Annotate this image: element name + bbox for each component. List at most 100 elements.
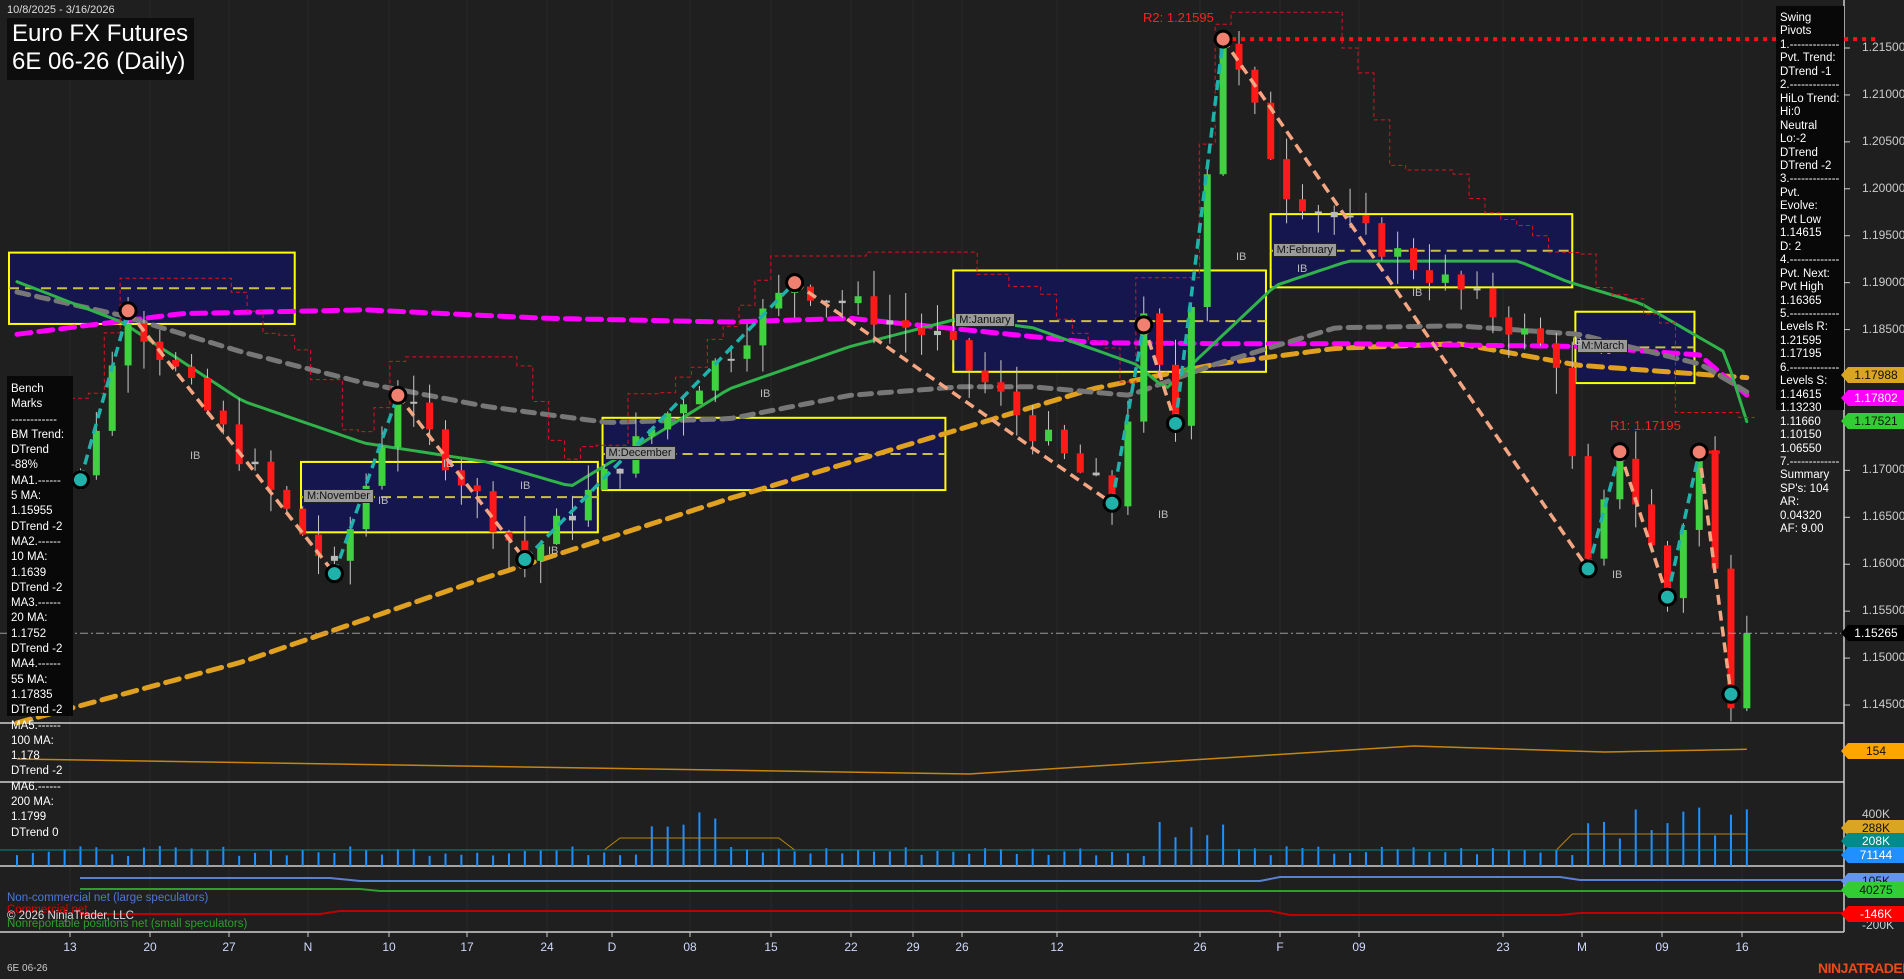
ninjatrader-logo: NINJATRADER <box>1818 960 1904 976</box>
candle-body <box>1553 343 1560 367</box>
price-chart[interactable] <box>0 0 1904 979</box>
candle-body <box>1394 248 1401 257</box>
candle-body <box>1220 44 1227 174</box>
date-tick-label: 29 <box>906 940 919 954</box>
candle-body <box>1458 274 1465 289</box>
candle-body <box>1362 215 1369 223</box>
swing-pivots-line: 7.------------- <box>1780 456 1840 469</box>
date-tick-label: 26 <box>955 940 968 954</box>
candle-body <box>410 402 417 404</box>
candle-body <box>1680 530 1687 598</box>
swing-pivots-line: Pvt. Trend: <box>1780 52 1840 65</box>
candle-body <box>1156 313 1163 364</box>
candle-body <box>870 296 877 324</box>
bench-marks-line: 55 MA: <box>11 673 69 688</box>
candle-body <box>1315 211 1322 213</box>
price-tick-label: 1.16000 <box>1862 556 1904 570</box>
bench-marks-line: DTrend -2 <box>11 520 69 535</box>
r1-label: R1: 1.17195 <box>1610 418 1681 433</box>
candle-body <box>426 403 433 430</box>
candle-body <box>1585 456 1592 558</box>
price-tick-label: 1.20500 <box>1862 134 1904 148</box>
date-tick-label: 15 <box>764 940 777 954</box>
candle-body <box>236 424 243 464</box>
candle-body <box>1616 459 1623 500</box>
date-tick-label: 23 <box>1496 940 1509 954</box>
candle-body <box>93 431 100 475</box>
candle-body <box>1029 415 1036 441</box>
bench-marks-line: 5 MA: <box>11 489 69 504</box>
price-tag: 1.17988 <box>1848 367 1904 383</box>
candle-body <box>204 378 211 411</box>
candle-body <box>886 320 893 324</box>
date-tick-label: 12 <box>1050 940 1063 954</box>
candle-body <box>855 296 862 303</box>
candle-body <box>1521 328 1528 334</box>
bench-marks-line: 200 MA: <box>11 795 69 810</box>
candle-body <box>617 469 624 474</box>
swing-high-marker <box>1136 317 1152 333</box>
swing-pivots-line: DTrend -1 <box>1780 66 1840 79</box>
candle-body <box>220 411 227 425</box>
price-tick-label: 1.21500 <box>1862 40 1904 54</box>
r2-label: R2: 1.21595 <box>1143 10 1214 25</box>
bench-marks-line: ------------ <box>11 413 69 428</box>
bench-marks-line: BM Trend: <box>11 428 69 443</box>
candle-body <box>283 490 290 509</box>
swing-pivots-line: 1.17195 <box>1780 348 1840 361</box>
cot-tag: 40275 <box>1848 882 1904 898</box>
swing-pivots-line: 1.------------- <box>1780 39 1840 52</box>
candle-body <box>696 391 703 405</box>
date-tick-label: 13 <box>63 940 76 954</box>
price-tag: 1.17521 <box>1848 413 1904 429</box>
swing-pivots-line: AF: 9.00 <box>1780 523 1840 536</box>
candle-body <box>109 365 116 430</box>
candle-body <box>379 447 386 486</box>
swing-leg-line <box>1620 452 1668 597</box>
bench-marks-panel: Bench Marks------------BM Trend: DTrend -… <box>7 376 73 716</box>
ib-label: IB <box>1297 263 1307 275</box>
candle-body <box>1378 223 1385 257</box>
swing-pivots-line: 2.------------- <box>1780 79 1840 92</box>
bench-marks-line: MA2.------ <box>11 535 69 550</box>
swing-pivots-line: 1.06550 <box>1780 443 1840 456</box>
swing-pivots-line: 1.11660 <box>1780 416 1840 429</box>
swing-pivots-line: Swing Pivots <box>1780 12 1840 39</box>
candle-body <box>1013 392 1020 416</box>
ib-label: IB <box>190 450 200 462</box>
swing-leg-line <box>1223 39 1588 569</box>
candle-body <box>1489 288 1496 317</box>
ib-label: IB <box>760 388 770 400</box>
bench-marks-line: Bench Marks <box>11 382 69 413</box>
swing-pivots-line: Pvt. Evolve: <box>1780 187 1840 214</box>
price-tick-label: 1.16500 <box>1862 509 1904 523</box>
swing-pivots-line: Pvt Low <box>1780 214 1840 227</box>
volume-tag: 71144 <box>1848 847 1904 863</box>
indicator-line <box>17 746 1747 774</box>
swing-pivots-line: 6.------------- <box>1780 362 1840 375</box>
bench-marks-line: DTrend -2 <box>11 642 69 657</box>
bench-marks-line: 20 MA: <box>11 611 69 626</box>
month-label: M:January <box>955 313 1014 327</box>
bench-marks-line: MA1.------ <box>11 474 69 489</box>
candle-body <box>1442 274 1449 282</box>
ib-label: IB <box>1236 251 1246 263</box>
candle-body <box>680 404 687 413</box>
candle-body <box>490 491 497 532</box>
bench-marks-line: MA4.------ <box>11 657 69 672</box>
swing-low-marker <box>517 552 533 568</box>
month-label: M:December <box>605 446 676 460</box>
swing-leg-line <box>80 311 128 480</box>
swing-pivots-line: Levels R: <box>1780 321 1840 334</box>
candle-body <box>1331 212 1338 217</box>
chart-title: Euro FX Futures 6E 06-26 (Daily) <box>7 18 194 80</box>
swing-pivots-line: Pvt High <box>1780 281 1840 294</box>
date-tick-label: 10 <box>382 940 395 954</box>
date-tick-label: 08 <box>683 940 696 954</box>
candle-body <box>1045 430 1052 442</box>
price-tick-label: 1.18500 <box>1862 322 1904 336</box>
swing-pivots-line: Pvt. Next: <box>1780 268 1840 281</box>
candle-body <box>744 345 751 358</box>
swing-pivots-panel: Swing Pivots1.-------------Pvt. Trend:DT… <box>1776 6 1844 410</box>
legend-nonreportable: Nonreportable positions net (small specu… <box>7 918 247 930</box>
